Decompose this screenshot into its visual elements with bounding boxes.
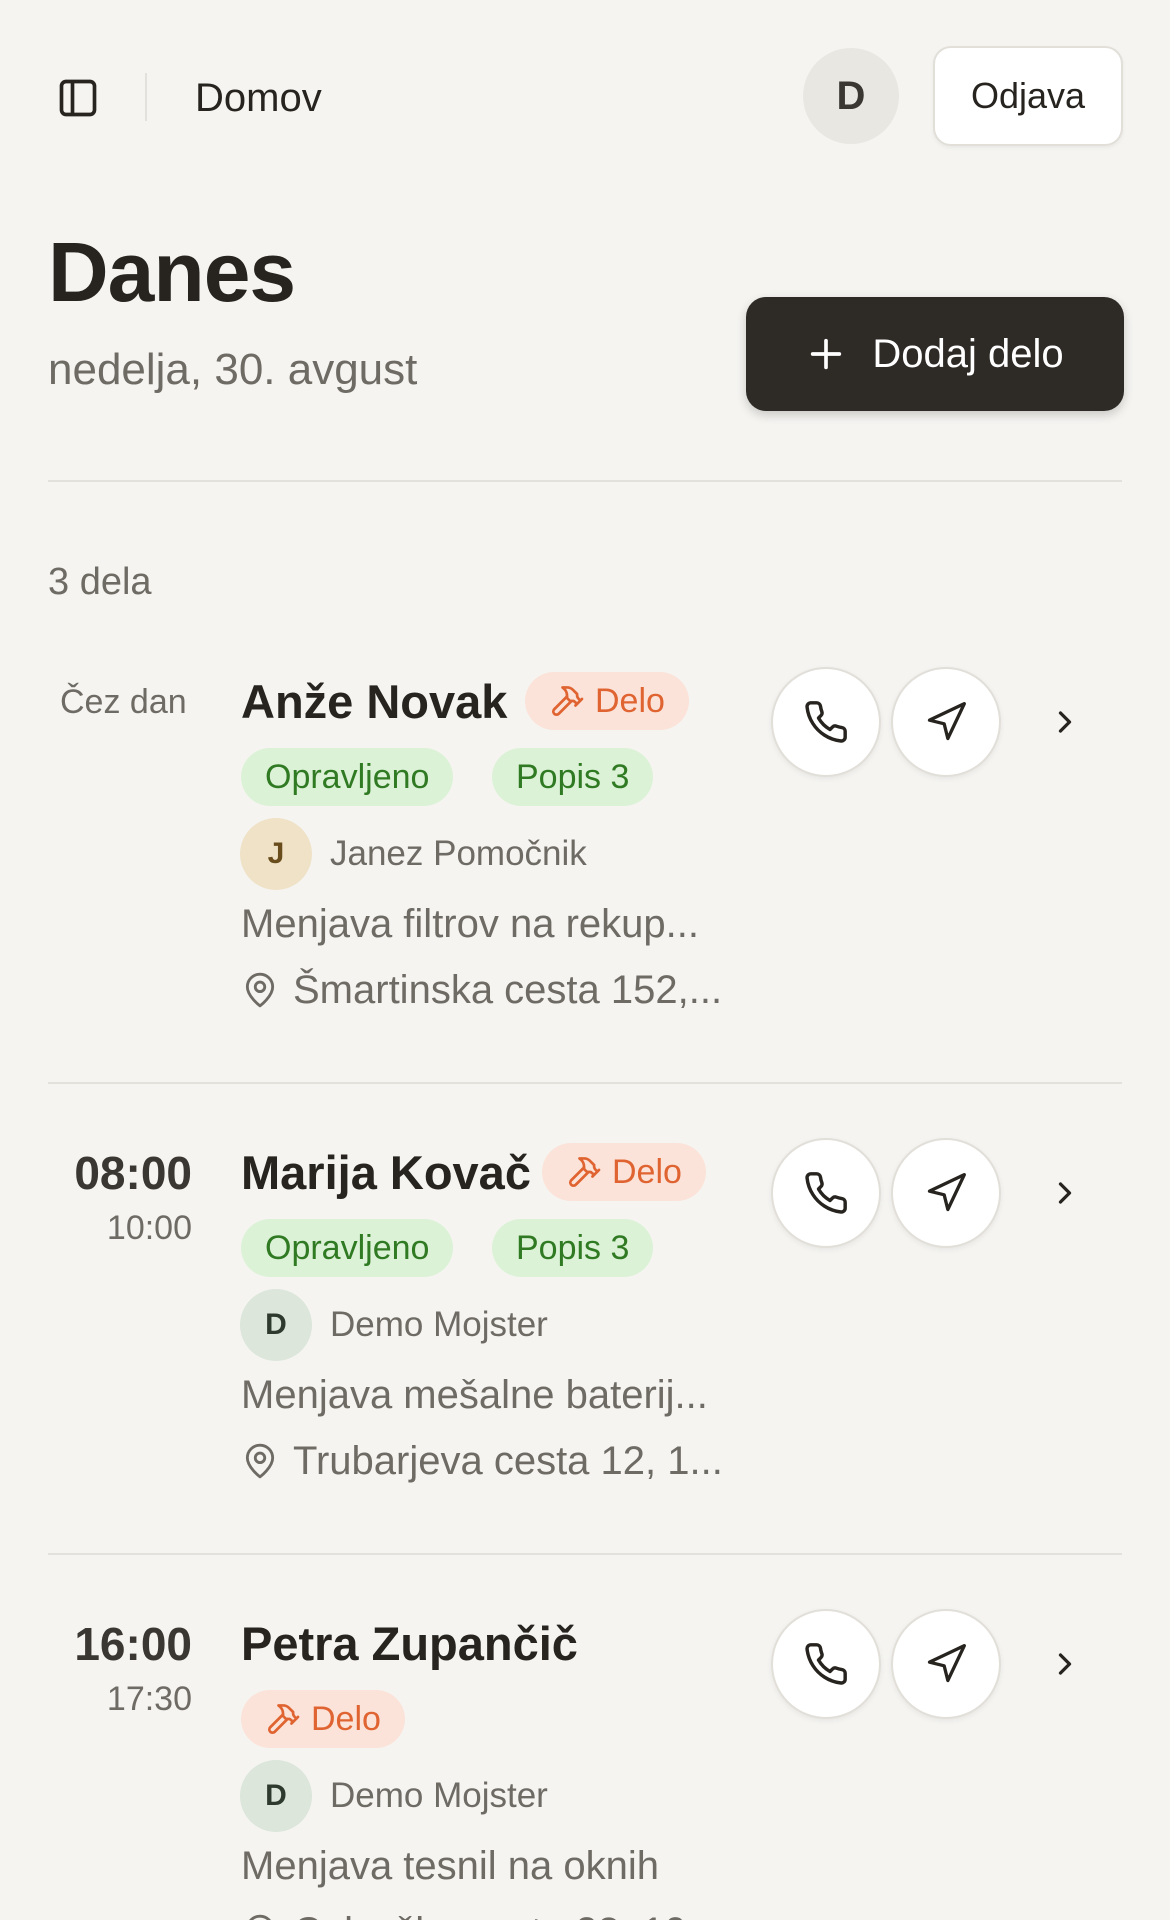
type-badge: Delo bbox=[525, 672, 689, 730]
job-address: Celovška cesta 28, 10... bbox=[241, 1904, 720, 1920]
customer-name: Petra Zupančič bbox=[241, 1617, 578, 1670]
navigate-button[interactable] bbox=[891, 1609, 1001, 1719]
hammer-icon bbox=[551, 686, 584, 717]
job-description: Menjava tesnil na oknih bbox=[241, 1844, 660, 1888]
add-job-label: Dodaj delo bbox=[872, 331, 1064, 376]
page-date: nedelja, 30. avgust bbox=[48, 345, 418, 394]
top-bar: Domov D Odjava bbox=[0, 0, 1170, 190]
worker-avatar: J bbox=[240, 818, 312, 890]
job-count: 3 dela bbox=[48, 561, 152, 603]
divider bbox=[48, 1553, 1122, 1555]
map-pin-icon bbox=[249, 1914, 271, 1920]
job-item[interactable]: Čez dan Anže Novak Delo Opravljeno Popis… bbox=[0, 667, 1170, 1052]
map-pin-icon bbox=[245, 1443, 275, 1479]
job-start-time: 16:00 bbox=[74, 1618, 192, 1670]
divider bbox=[48, 480, 1122, 482]
plus-icon bbox=[811, 338, 842, 370]
map-pin-icon bbox=[245, 972, 275, 1008]
navigation-icon bbox=[927, 702, 966, 741]
job-address: Šmartinska cesta 152,... bbox=[241, 962, 722, 1018]
worker-name: Janez Pomočnik bbox=[330, 834, 587, 873]
logout-button[interactable]: Odjava bbox=[933, 46, 1123, 146]
call-button[interactable] bbox=[771, 1609, 881, 1719]
navigation-icon bbox=[927, 1173, 966, 1212]
list-badge: Popis 3 bbox=[492, 748, 654, 806]
phone-icon bbox=[805, 1172, 847, 1214]
hammer-icon bbox=[568, 1157, 601, 1188]
page-title: Danes bbox=[48, 225, 296, 319]
hammer-icon bbox=[267, 1704, 300, 1735]
job-address: Trubarjeva cesta 12, 1... bbox=[241, 1433, 723, 1489]
status-badge: Opravljeno bbox=[241, 748, 454, 806]
job-description: Menjava filtrov na rekup... bbox=[241, 902, 699, 946]
worker-avatar: D bbox=[240, 1760, 312, 1832]
chevron-right-icon[interactable] bbox=[1040, 1168, 1090, 1218]
navigate-button[interactable] bbox=[891, 667, 1001, 777]
job-time-label: Čez dan bbox=[60, 683, 187, 721]
worker-name: Demo Mojster bbox=[330, 1305, 548, 1344]
job-end-time: 10:00 bbox=[106, 1209, 192, 1247]
add-job-button[interactable]: Dodaj delo bbox=[746, 297, 1124, 411]
divider bbox=[145, 73, 147, 121]
type-badge: Delo bbox=[241, 1690, 405, 1748]
call-button[interactable] bbox=[771, 667, 881, 777]
job-item[interactable]: 16:00 17:30 Petra Zupančič Delo D Demo M… bbox=[0, 1609, 1170, 1920]
list-badge: Popis 3 bbox=[492, 1219, 654, 1277]
divider bbox=[48, 1082, 1122, 1084]
call-button[interactable] bbox=[771, 1138, 881, 1248]
status-badge: Opravljeno bbox=[241, 1219, 454, 1277]
type-badge: Delo bbox=[542, 1143, 706, 1201]
user-avatar[interactable]: D bbox=[803, 48, 899, 144]
sidebar-icon[interactable] bbox=[50, 70, 106, 126]
job-description: Menjava mešalne baterij... bbox=[241, 1373, 708, 1417]
phone-icon bbox=[805, 1643, 847, 1685]
customer-name: Marija Kovač bbox=[241, 1146, 531, 1199]
customer-name: Anže Novak bbox=[241, 675, 508, 728]
breadcrumb[interactable]: Domov bbox=[195, 70, 322, 126]
job-item[interactable]: 08:00 10:00 Marija Kovač Delo Opravljeno… bbox=[0, 1138, 1170, 1523]
job-start-time: 08:00 bbox=[74, 1147, 192, 1199]
navigation-icon bbox=[927, 1644, 966, 1683]
chevron-right-icon[interactable] bbox=[1040, 697, 1090, 747]
worker-name: Demo Mojster bbox=[330, 1776, 548, 1815]
chevron-right-icon[interactable] bbox=[1040, 1639, 1090, 1689]
phone-icon bbox=[805, 701, 847, 743]
navigate-button[interactable] bbox=[891, 1138, 1001, 1248]
worker-avatar: D bbox=[240, 1289, 312, 1361]
job-end-time: 17:30 bbox=[106, 1680, 192, 1718]
